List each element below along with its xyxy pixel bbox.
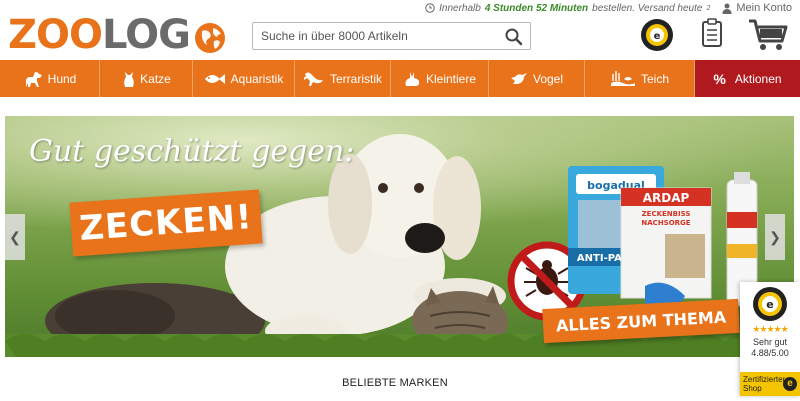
globe-icon <box>194 23 225 53</box>
search-icon[interactable] <box>504 27 524 47</box>
search-input[interactable] <box>253 24 498 48</box>
nav-label-teich: Teich <box>640 71 669 86</box>
delivery-footnote: 2 <box>706 4 711 12</box>
chevron-left-icon: ❮ <box>9 228 21 245</box>
dog-icon <box>25 71 42 87</box>
pond-icon <box>610 70 635 86</box>
svg-text:NACHSORGE: NACHSORGE <box>641 219 690 227</box>
nav-item-vogel[interactable]: Vogel <box>489 60 585 97</box>
carousel-prev-button[interactable]: ❮ <box>5 214 25 260</box>
topbar: Innerhalb 4 Stunden 52 Minuten bestellen… <box>425 2 792 14</box>
hero-banner[interactable]: bogadual ANTI-PARASIT ARDAP ZECKENBISS N… <box>5 116 794 357</box>
trusted-shops-icon[interactable]: e <box>640 18 674 52</box>
nav-label-aktionen: Aktionen <box>734 71 782 86</box>
wishlist-icon[interactable] <box>701 18 723 48</box>
chevron-right-icon: ❯ <box>769 228 781 245</box>
percent-icon: % <box>713 70 726 87</box>
nav-item-katze[interactable]: Katze <box>100 60 193 97</box>
nav-label-kleintiere: Kleintiere <box>425 71 477 86</box>
nav-label-hund: Hund <box>47 71 77 86</box>
header: ZOOLOGO Innerhalb 4 Stunden 52 Minuten b… <box>0 0 800 60</box>
trusted-shops-seal-icon: e <box>753 287 787 321</box>
nav-item-aktionen[interactable]: % Aktionen <box>695 60 800 97</box>
nav-label-terraristik: Terraristik <box>329 71 382 86</box>
hero-cta-label: ALLES ZUM THEMA <box>555 307 727 335</box>
nav-item-aquaristik[interactable]: Aquaristik <box>193 60 295 97</box>
rating-label: Sehr gut <box>752 337 788 347</box>
rating-score: 4.88/5.00 <box>751 348 789 358</box>
clock-icon <box>425 3 435 13</box>
logo-part-log: LOG <box>102 12 191 58</box>
section-title-brands: BELIEBTE MARKEN <box>342 377 448 389</box>
category-nav: Hund Katze Aquaristik Terraristik Kleint… <box>0 60 800 97</box>
delivery-prefix: Innerhalb <box>439 2 481 14</box>
nav-item-hund[interactable]: Hund <box>0 60 100 97</box>
cat-icon <box>124 71 134 87</box>
logo[interactable]: ZOOLOGO <box>8 12 228 58</box>
svg-text:ZECKENBISS: ZECKENBISS <box>642 210 691 218</box>
logo-part-zoo: ZOO <box>8 12 103 58</box>
delivery-suffix: bestellen. Versand heute <box>592 2 703 14</box>
nav-item-terraristik[interactable]: Terraristik <box>295 60 391 97</box>
account-link[interactable]: Mein Konto <box>722 2 792 14</box>
svg-text:e: e <box>654 31 661 42</box>
search-bar <box>252 22 531 50</box>
account-label: Mein Konto <box>736 2 792 14</box>
svg-text:e: e <box>766 298 773 311</box>
nav-label-katze: Katze <box>140 71 171 86</box>
nav-label-aquaristik: Aquaristik <box>230 71 284 86</box>
nav-item-kleintiere[interactable]: Kleintiere <box>391 60 489 97</box>
rating-stars: ★★★★★ <box>752 324 788 334</box>
hero-headline: Gut geschützt gegen: <box>29 134 355 169</box>
delivery-notice: Innerhalb 4 Stunden 52 Minuten bestellen… <box>425 3 710 14</box>
user-icon <box>722 3 732 14</box>
hero-highlight-text: ZECKEN! <box>78 197 254 249</box>
cart-icon[interactable] <box>748 18 788 52</box>
fish-icon <box>204 73 225 84</box>
nav-label-vogel: Vogel <box>532 71 564 86</box>
rabbit-icon <box>405 71 420 86</box>
delivery-time: 4 Stunden 52 Minuten <box>484 2 589 14</box>
bird-icon <box>510 72 527 84</box>
lizard-icon <box>303 72 323 86</box>
product-ardap-label: ARDAP <box>643 191 690 205</box>
nav-item-teich[interactable]: Teich <box>585 60 695 97</box>
carousel-next-button[interactable]: ❯ <box>765 214 785 260</box>
